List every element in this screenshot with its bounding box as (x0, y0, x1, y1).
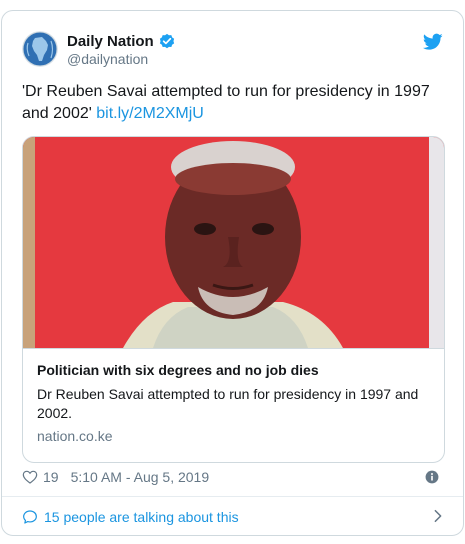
link-card-body: Politician with six degrees and no job d… (23, 348, 444, 462)
tweet-header: Daily Nation @dailynation (22, 29, 443, 69)
divider (2, 496, 463, 497)
tweet-embed-card[interactable]: Daily Nation @dailynation 'Dr Reuben Sav… (1, 10, 464, 536)
portrait-illustration (23, 137, 444, 348)
like-count[interactable]: 19 (43, 469, 59, 485)
heart-icon[interactable] (22, 469, 38, 485)
speech-bubble-icon (23, 510, 37, 524)
conversation-text[interactable]: 15 people are talking about this (44, 509, 239, 525)
tweet-text: 'Dr Reuben Savai attempted to run for pr… (22, 81, 442, 125)
tweet-timestamp[interactable]: 5:10 AM - Aug 5, 2019 (71, 469, 210, 485)
author-name-row: Daily Nation (67, 32, 176, 50)
link-card-title[interactable]: Politician with six degrees and no job d… (37, 361, 430, 379)
author-name[interactable]: Daily Nation (67, 33, 154, 50)
chevron-right-icon[interactable] (433, 509, 443, 523)
conversation-row[interactable]: 15 people are talking about this (22, 506, 443, 528)
verified-badge-icon (159, 33, 174, 49)
tweet-body: 'Dr Reuben Savai attempted to run for pr… (22, 83, 430, 122)
link-preview-card[interactable]: Politician with six degrees and no job d… (22, 136, 445, 463)
link-card-domain: nation.co.ke (37, 428, 113, 444)
portrait-photo[interactable] (23, 137, 444, 348)
avatar[interactable] (22, 31, 58, 67)
tweet-meta-row: 19 5:10 AM - Aug 5, 2019 (22, 467, 443, 487)
info-icon[interactable] (425, 470, 439, 484)
globe-africa-logo-icon (22, 31, 58, 67)
tweet-link[interactable]: bit.ly/2M2XMjU (96, 105, 204, 122)
link-card-description: Dr Reuben Savai attempted to run for pre… (37, 386, 419, 421)
twitter-bird-icon[interactable] (423, 33, 443, 51)
author-handle[interactable]: @dailynation (67, 51, 148, 67)
